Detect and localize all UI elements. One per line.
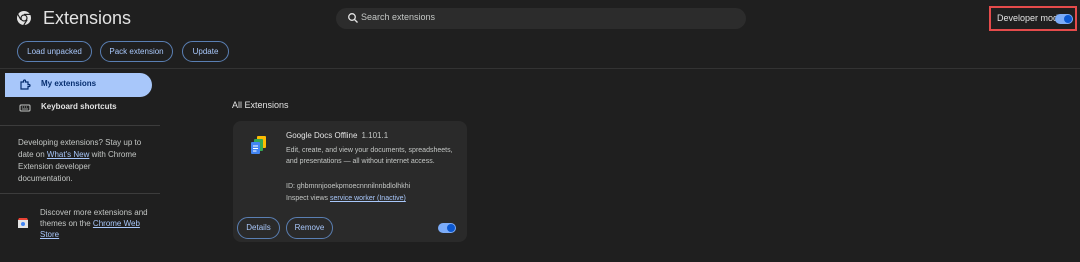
service-worker-link[interactable]: service worker (Inactive) xyxy=(330,195,406,202)
extension-version: 1.101.1 xyxy=(361,131,389,140)
header-divider xyxy=(0,68,1080,69)
extension-card: Google Docs Offline 1.101.1 Edit, create,… xyxy=(233,121,467,242)
search-icon xyxy=(348,13,358,23)
update-button[interactable]: Update xyxy=(182,41,229,62)
toggle-knob xyxy=(447,224,455,232)
search-box[interactable]: Search extensions xyxy=(336,8,746,29)
sidebar-item-my-extensions[interactable]: My extensions xyxy=(5,73,152,97)
page-title: Extensions xyxy=(43,8,132,28)
whats-new-link[interactable]: What's New xyxy=(47,150,89,159)
web-store-text: Discover more extensions and themes on t… xyxy=(40,207,155,240)
extension-name: Google Docs Offline xyxy=(286,131,358,140)
sidebar-item-label: Keyboard shortcuts xyxy=(41,102,117,111)
section-title: All Extensions xyxy=(232,100,289,110)
extension-description: Edit, create, and view your documents, s… xyxy=(286,147,453,165)
sidebar-divider xyxy=(0,193,160,194)
developer-mode-highlight: Developer mode xyxy=(989,6,1077,31)
sidebar-item-label: My extensions xyxy=(41,79,97,88)
developer-mode-toggle[interactable] xyxy=(1055,14,1073,24)
remove-button[interactable]: Remove xyxy=(286,217,333,239)
keyboard-icon xyxy=(19,104,31,112)
developer-mode-label: Developer mode xyxy=(997,13,1064,23)
header: Extensions Search extensions Developer m… xyxy=(0,0,1080,36)
sidebar-item-keyboard-shortcuts[interactable]: Keyboard shortcuts xyxy=(5,96,152,120)
toggle-knob xyxy=(1064,15,1072,23)
chrome-logo-icon xyxy=(17,11,31,26)
pack-extension-button[interactable]: Pack extension xyxy=(100,41,173,62)
load-unpacked-button[interactable]: Load unpacked xyxy=(17,41,92,62)
toolbar: Load unpacked Pack extension Update xyxy=(0,37,1080,68)
web-store-promo: Discover more extensions and themes on t… xyxy=(17,207,157,243)
extension-id: ID: ghbmnnjooekpmoecnnnilnnbdlolhkhi xyxy=(286,183,411,190)
inspect-views-label: Inspect views xyxy=(286,195,330,202)
google-docs-icon xyxy=(251,136,266,154)
search-input[interactable]: Search extensions xyxy=(361,12,435,22)
extension-enable-toggle[interactable] xyxy=(438,223,456,233)
chrome-web-store-icon xyxy=(18,218,28,228)
extension-name-row: Google Docs Offline 1.101.1 xyxy=(286,131,388,140)
details-button[interactable]: Details xyxy=(237,217,280,239)
inspect-views: Inspect views service worker (Inactive) xyxy=(286,195,406,202)
developer-info-text: Developing extensions? Stay up to date o… xyxy=(18,137,143,185)
sidebar-divider xyxy=(0,125,160,126)
extension-puzzle-icon xyxy=(20,79,31,90)
